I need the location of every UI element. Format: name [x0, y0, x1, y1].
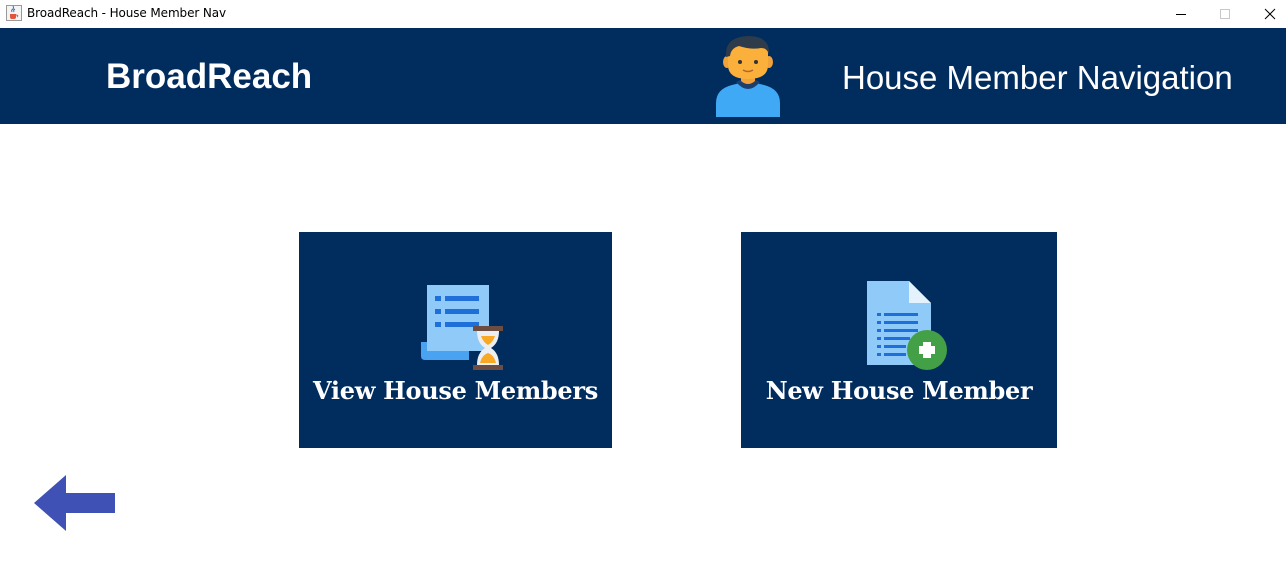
back-arrow-icon[interactable] — [34, 475, 116, 531]
document-add-icon — [867, 281, 947, 370]
view-house-members-label: View House Members — [313, 376, 598, 405]
document-list-hourglass-icon — [421, 285, 503, 370]
app-header: BroadReach House Member Navigation — [0, 28, 1286, 124]
java-cup-icon — [6, 5, 22, 21]
close-icon — [1264, 8, 1276, 20]
window-titlebar: BroadReach - House Member Nav — [0, 0, 1286, 28]
window-title: BroadReach - House Member Nav — [27, 6, 227, 20]
maximize-icon — [1220, 9, 1230, 19]
minimize-icon — [1176, 14, 1186, 15]
new-house-member-button[interactable]: New House Member — [741, 232, 1057, 448]
maximize-button[interactable] — [1202, 0, 1248, 28]
user-avatar-icon — [716, 36, 780, 117]
page-title: House Member Navigation — [842, 59, 1233, 96]
minimize-button[interactable] — [1158, 0, 1204, 28]
brand-title: BroadReach — [106, 57, 313, 96]
view-house-members-button[interactable]: View House Members — [299, 232, 612, 448]
close-button[interactable] — [1247, 0, 1286, 28]
new-house-member-label: New House Member — [765, 376, 1033, 405]
